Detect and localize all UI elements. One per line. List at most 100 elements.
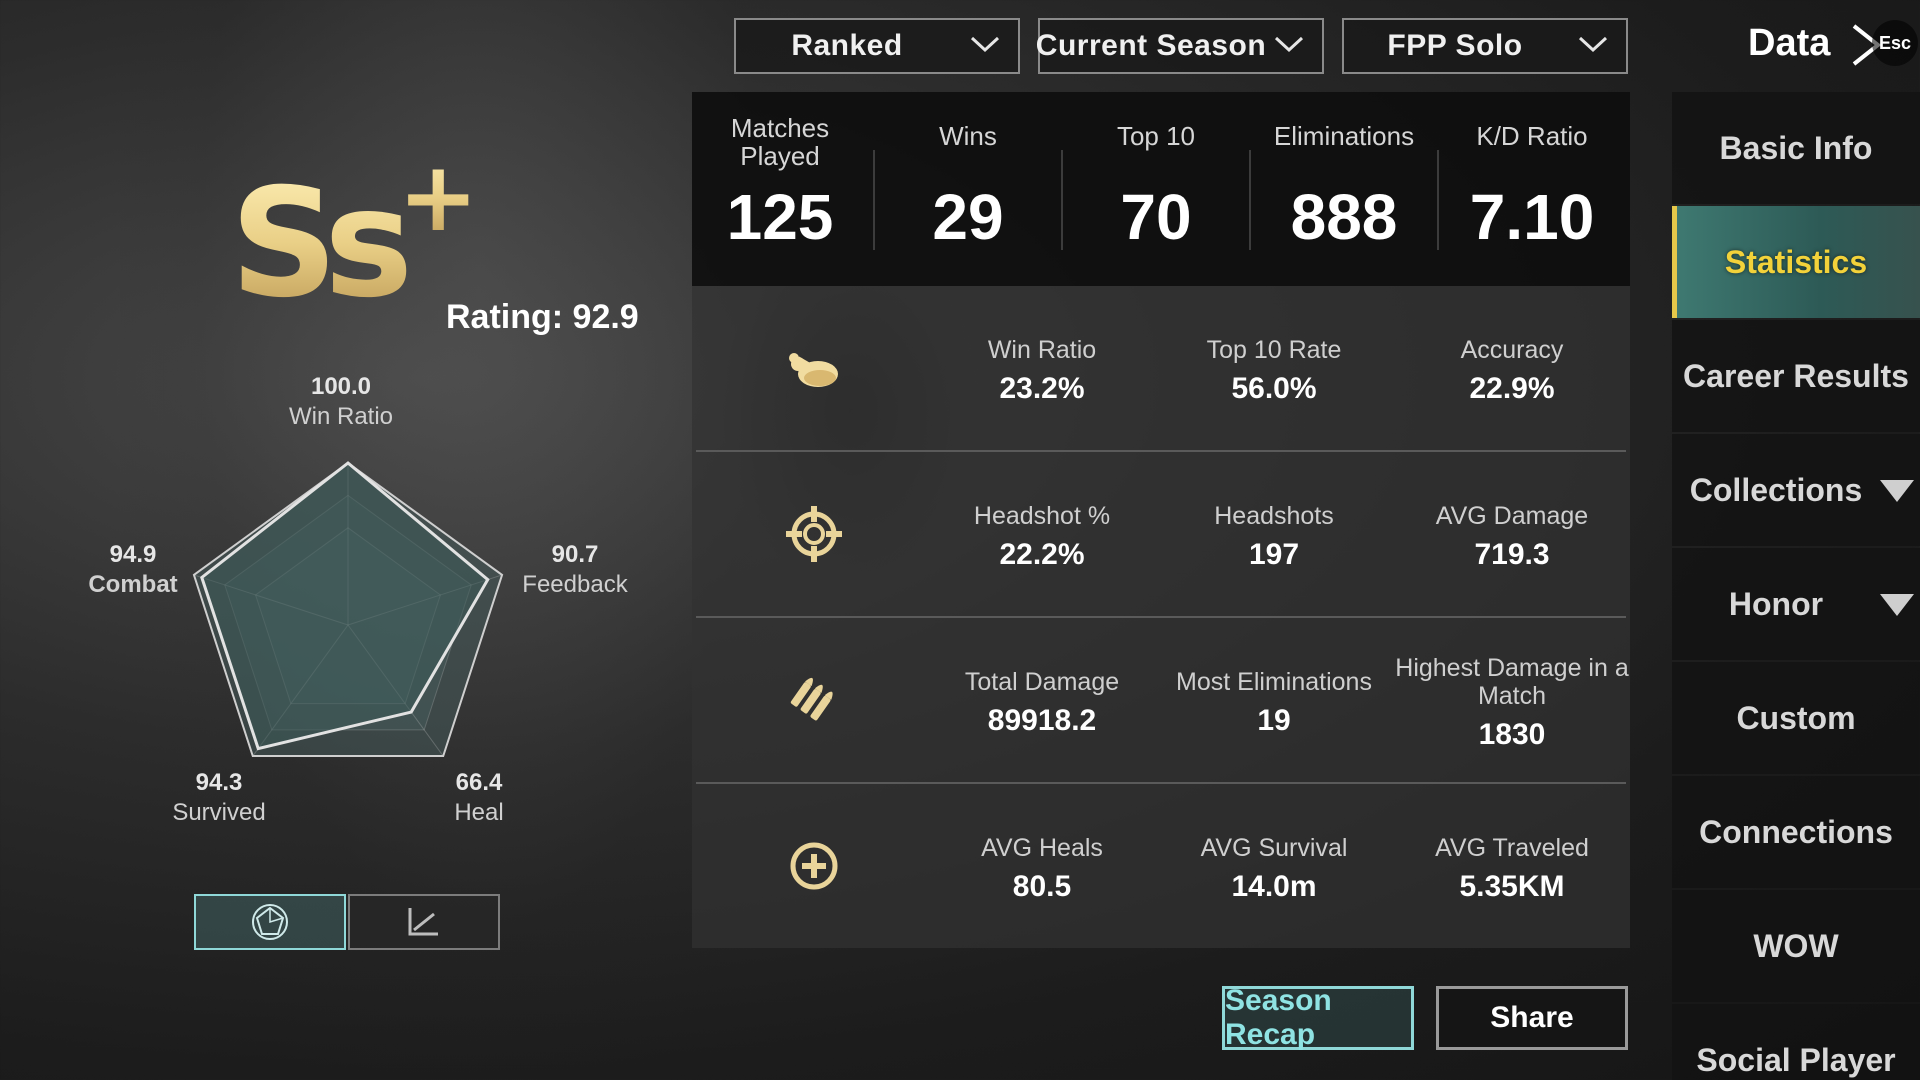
stat-cell: Headshot % 22.2% [922,502,1162,572]
overview-stat-value: 70 [1120,181,1192,253]
divider [1437,150,1439,250]
stat-value: 14.0m [1231,870,1317,903]
radar-axis-name: Feedback [522,571,628,598]
season-dropdown[interactable]: Current Season [1035,18,1324,74]
overview-stat-label: Top 10 [1116,121,1196,151]
radar-axis-name: Survived [172,799,266,826]
overview-stat-value: 7.10 [1469,181,1595,253]
mode-dropdown[interactable]: Ranked [734,18,1020,74]
stat-value: 23.2% [999,372,1085,405]
stat-value: 80.5 [1012,870,1072,903]
stat-cell: AVG Traveled 5.35KM [1392,834,1632,904]
stat-cell: Win Ratio 23.2% [922,336,1162,406]
stat-label: Win Ratio [987,336,1097,364]
crosshair-icon [782,502,846,566]
sidebar-item-label: Basic Info [1719,129,1873,166]
radar-axis-value: 100.0 [310,373,372,400]
overview-stat-label: Wins [939,121,997,151]
rank-tier-logo: Ss + [230,150,478,310]
overview-stat: K/D Ratio 7.10 [1439,92,1625,286]
detail-stats-panel: Win Ratio 23.2% Top 10 Rate 56.0% Accuracy 22… [692,286,1630,948]
stat-value: 5.35KM [1459,870,1565,903]
sidebar-item-statistics[interactable]: Statistics [1672,206,1920,318]
stat-cell: Headshots 197 [1154,502,1394,572]
stat-value: 56.0% [1231,372,1317,405]
radar-axis-name: Heal [454,799,504,826]
sidebar-item-connections[interactable]: Connections [1672,776,1920,888]
perspective-dropdown[interactable]: FPP Solo [1342,18,1628,74]
chevron-down-icon [1578,36,1608,53]
line-chart-icon [408,908,438,936]
sidebar-item-label: Collections [1689,471,1863,508]
divider [873,150,875,250]
radar-axis-label: 66.4 Heal [424,768,534,828]
radar-axis-value: 94.9 [109,541,157,568]
stat-cell: Total Damage 89918.2 [922,668,1162,738]
stat-value: 719.3 [1474,538,1550,571]
sidebar-item-collections[interactable]: Collections [1672,434,1920,546]
sidebar-item-label: Connections [1699,813,1893,850]
chicken-icon [782,336,846,400]
svg-text:+: + [398,150,478,253]
stat-row: Total Damage 89918.2 Most Eliminations 19 Hi… [692,618,1630,784]
overview-stat-value: 888 [1290,181,1398,253]
stat-label: Total Damage [964,668,1120,696]
share-button[interactable]: Share [1436,986,1628,1050]
stat-value: 89918.2 [987,704,1097,737]
radar-axis-name: Win Ratio [288,403,394,430]
radar-axis-value: 94.3 [195,769,243,796]
perspective-dropdown-label: FPP Solo [1387,29,1523,62]
overview-stat-label: Eliminations [1273,121,1415,151]
sidebar-item-honor[interactable]: Honor [1672,548,1920,660]
sidebar: Basic Info Statistics Career Results Collec… [1672,92,1920,1080]
stat-value: 197 [1248,538,1300,571]
radar-chart [192,461,504,758]
overview-stat: Eliminations 888 [1251,92,1437,286]
stat-label: Headshots [1214,502,1334,530]
radar-axis-label: 94.9 Combat [78,540,188,600]
stat-cell: Top 10 Rate 56.0% [1154,336,1394,406]
sidebar-item-basic-info[interactable]: Basic Info [1672,92,1920,204]
season-dropdown-label: Current Season [1035,29,1267,62]
stat-label: Accuracy [1460,336,1564,364]
sidebar-item-label: Career Results [1683,357,1909,394]
sidebar-item-career-results[interactable]: Career Results [1672,320,1920,432]
sidebar-item-social-player[interactable]: Social Player [1672,1004,1920,1080]
divider [1061,150,1063,250]
stat-cell: AVG Damage 719.3 [1392,502,1632,572]
stat-label: Headshot % [973,502,1111,530]
page-title: Data [1748,22,1831,64]
trend-view-toggle[interactable] [348,894,500,950]
stat-value: 22.9% [1469,372,1555,405]
divider [1249,150,1251,250]
bullets-icon [782,668,846,732]
stat-cell: Most Eliminations 19 [1154,668,1394,738]
pentagon-chart-icon [252,904,288,940]
sidebar-item-wow[interactable]: WOW [1672,890,1920,1002]
overview-stat-label: Matches Played [730,113,830,171]
overview-stat-value: 29 [932,181,1004,253]
esc-button[interactable]: Esc [1872,20,1918,66]
stat-label: AVG Traveled [1435,834,1589,862]
stat-row: AVG Heals 80.5 AVG Survival 14.0m AVG Travel… [692,784,1630,950]
stat-value: 22.2% [999,538,1085,571]
sidebar-item-label: Statistics [1724,243,1868,280]
sidebar-item-custom[interactable]: Custom [1672,662,1920,774]
stat-label: Top 10 Rate [1206,336,1342,364]
chevron-down-icon [1274,36,1304,53]
svg-text:Ss: Ss [230,157,407,310]
stat-label: AVG Heals [981,834,1103,862]
radar-view-toggle[interactable] [194,894,346,950]
stat-label: Most Eliminations [1176,668,1372,696]
radar-axis-value: 66.4 [455,769,503,796]
chevron-down-icon [970,36,1000,53]
expand-triangle-icon [1880,480,1914,502]
season-recap-button[interactable]: Season Recap [1222,984,1414,1051]
mode-dropdown-label: Ranked [791,29,903,62]
overview-stat-value: 125 [726,181,834,253]
sidebar-item-label: Social Player [1696,1041,1896,1078]
medkit-plus-icon [782,834,846,898]
stat-cell: AVG Survival 14.0m [1154,834,1394,904]
expand-triangle-icon [1880,594,1914,616]
overview-stat: Top 10 70 [1063,92,1249,286]
